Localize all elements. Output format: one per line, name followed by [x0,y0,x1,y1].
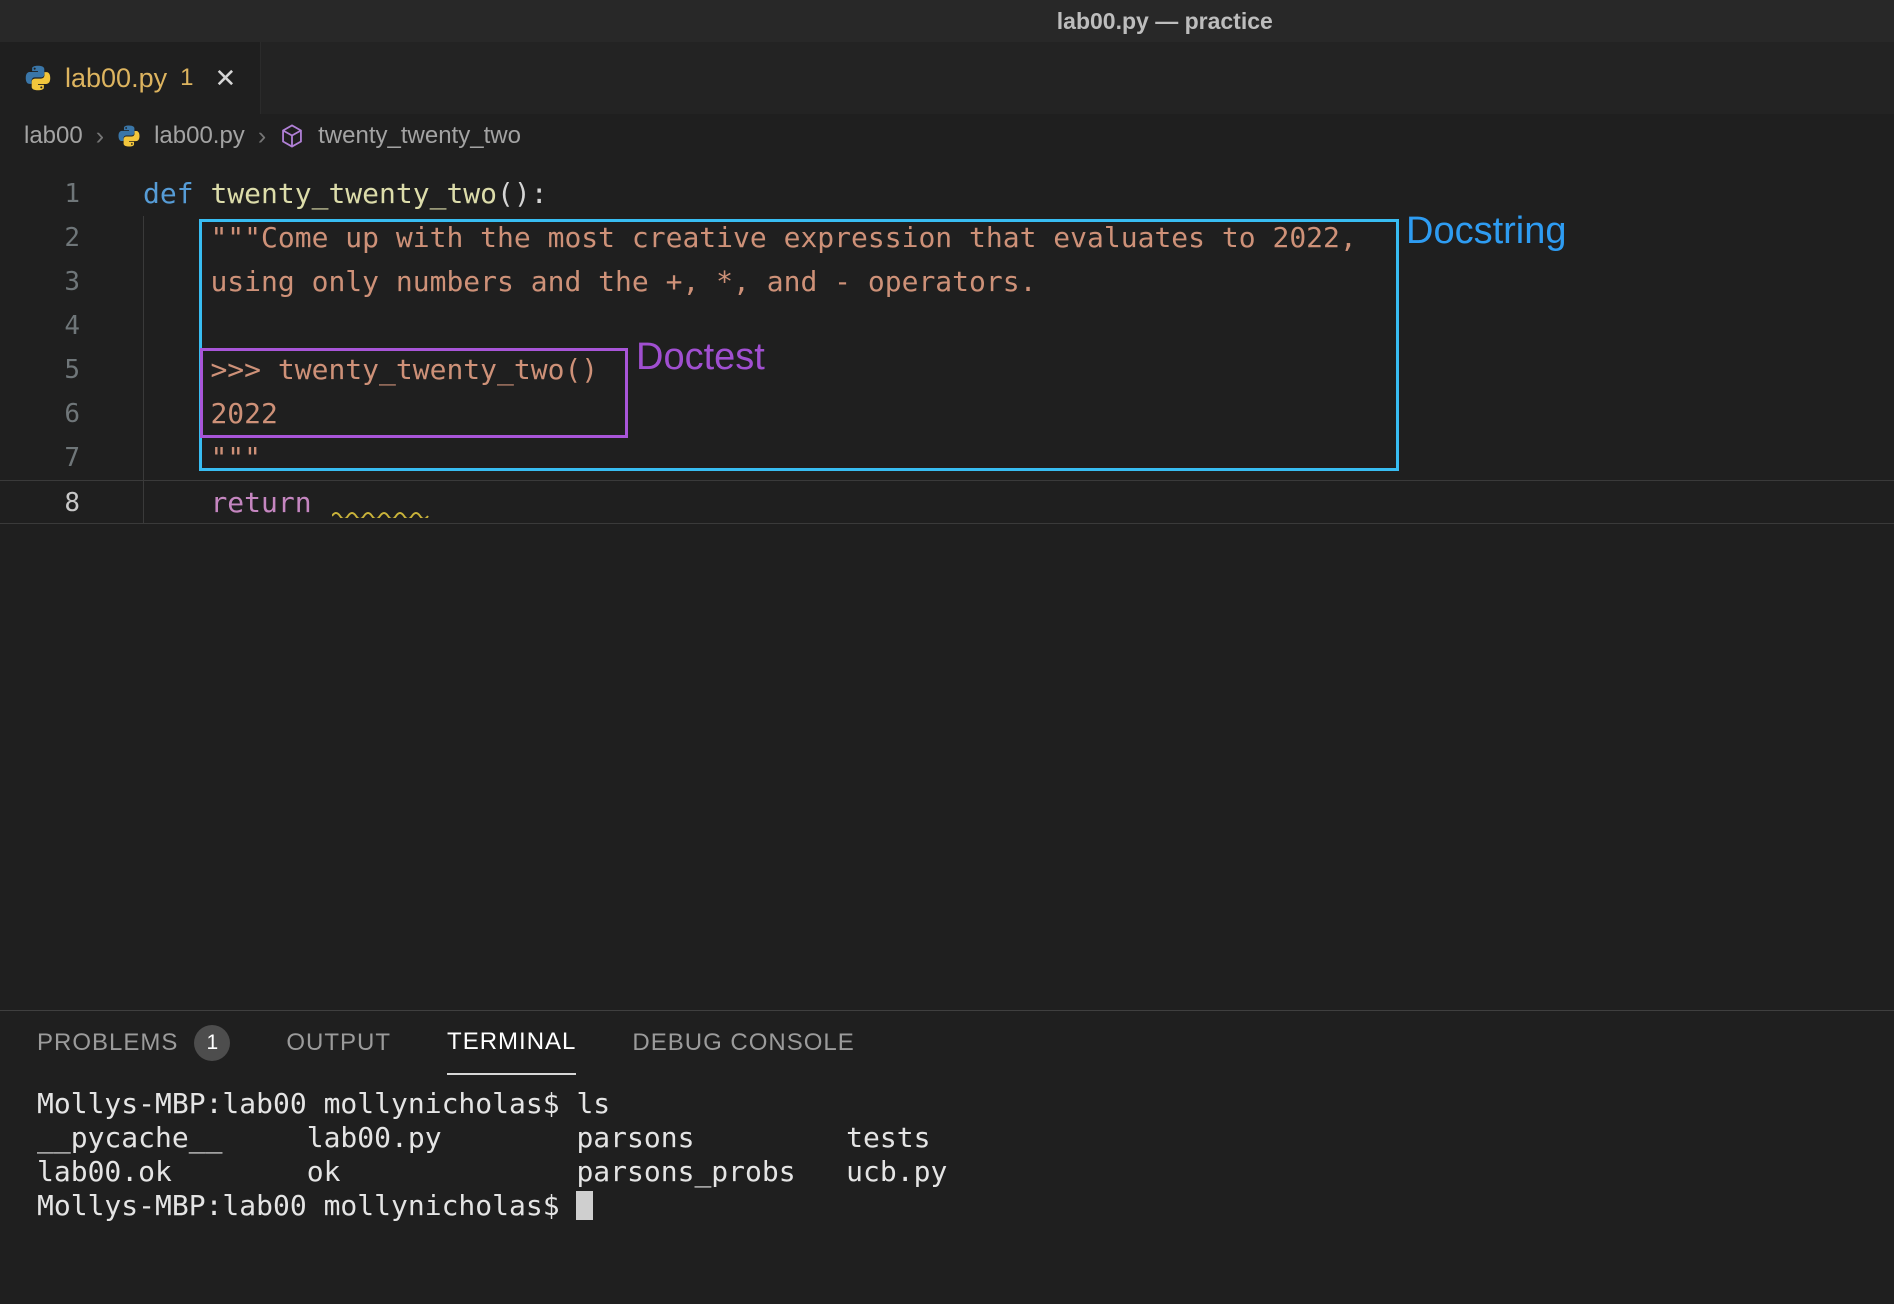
terminal-cursor[interactable] [576,1191,593,1220]
indent-guide [143,216,144,524]
terminal-prompt-line: Mollys-MBP:lab00 mollynicholas$ [37,1189,1894,1223]
tab-problems[interactable]: PROBLEMS 1 [37,1011,230,1075]
code-line-7[interactable]: 7 """ [0,436,1894,480]
bottom-panel: PROBLEMS 1 OUTPUT TERMINAL DEBUG CONSOLE… [0,1010,1894,1304]
code-line-text [105,304,143,348]
tab-lab00py[interactable]: lab00.py 1 ✕ [0,42,261,114]
problems-count-badge: 1 [194,1025,230,1061]
tab-debug-console[interactable]: DEBUG CONSOLE [632,1011,854,1075]
line-number: 1 [0,172,105,216]
terminal-line: __pycache__ lab00.py parsons tests [37,1121,1894,1155]
panel-tab-bar: PROBLEMS 1 OUTPUT TERMINAL DEBUG CONSOLE [0,1011,1894,1075]
panel-tab-label: TERMINAL [447,1028,576,1056]
window-title: lab00.py — practice [1057,0,1273,42]
line-number: 5 [0,348,105,392]
tab-terminal[interactable]: TERMINAL [447,1011,576,1075]
tab-problem-count: 1 [180,64,193,92]
panel-tab-label: OUTPUT [286,1029,391,1057]
chevron-right-icon: › [258,122,266,151]
chevron-right-icon: › [96,122,104,151]
doctest-annotation-label: Doctest [636,336,765,379]
docstring-annotation-label: Docstring [1406,210,1567,253]
code-line-text: return [105,481,432,523]
line-number: 2 [0,216,105,260]
code-line-2[interactable]: 2 """Come up with the most creative expr… [0,216,1894,260]
panel-tab-label: DEBUG CONSOLE [632,1029,854,1057]
terminal-line: Mollys-MBP:lab00 mollynicholas$ ls [37,1087,1894,1121]
line-number: 3 [0,260,105,304]
symbol-namespace-icon [279,123,305,149]
python-icon [24,64,52,92]
line-number: 7 [0,436,105,480]
terminal-output[interactable]: Mollys-MBP:lab00 mollynicholas$ ls __pyc… [0,1075,1894,1223]
breadcrumb-file[interactable]: lab00.py [154,122,245,150]
code-line-text: >>> twenty_twenty_two() [105,348,598,392]
panel-tab-label: PROBLEMS [37,1029,178,1057]
close-tab-icon[interactable]: ✕ [214,63,236,94]
code-lines: 1def twenty_twenty_two():2 """Come up wi… [0,172,1894,524]
code-line-3[interactable]: 3 using only numbers and the +, *, and -… [0,260,1894,304]
tab-label: lab00.py [65,63,167,94]
python-icon [117,124,141,148]
terminal-prompt: Mollys-MBP:lab00 mollynicholas$ [37,1189,576,1222]
tab-output[interactable]: OUTPUT [286,1011,391,1075]
code-editor[interactable]: 1def twenty_twenty_two():2 """Come up wi… [0,158,1894,1010]
code-line-1[interactable]: 1def twenty_twenty_two(): [0,172,1894,216]
code-line-text: """Come up with the most creative expres… [105,216,1357,260]
breadcrumb: lab00 › lab00.py › twenty_twenty_two [0,114,1894,158]
code-line-text: """ [105,436,261,480]
editor-tab-bar: lab00.py 1 ✕ [0,42,1894,114]
code-line-5[interactable]: 5 >>> twenty_twenty_two() [0,348,1894,392]
line-number: 6 [0,392,105,436]
titlebar[interactable]: lab00.py — practice [0,0,1894,42]
breadcrumb-folder[interactable]: lab00 [24,122,83,150]
error-squiggle [332,487,432,531]
code-line-text: using only numbers and the +, *, and - o… [105,260,1036,304]
code-line-6[interactable]: 6 2022 [0,392,1894,436]
code-line-8[interactable]: 8 return [0,480,1894,524]
line-number: 8 [0,481,105,523]
terminal-line: lab00.ok ok parsons_probs ucb.py [37,1155,1894,1189]
code-line-text: def twenty_twenty_two(): [105,172,548,216]
line-number: 4 [0,304,105,348]
code-line-4[interactable]: 4 [0,304,1894,348]
breadcrumb-symbol[interactable]: twenty_twenty_two [318,122,521,150]
code-line-text: 2022 [105,392,278,436]
